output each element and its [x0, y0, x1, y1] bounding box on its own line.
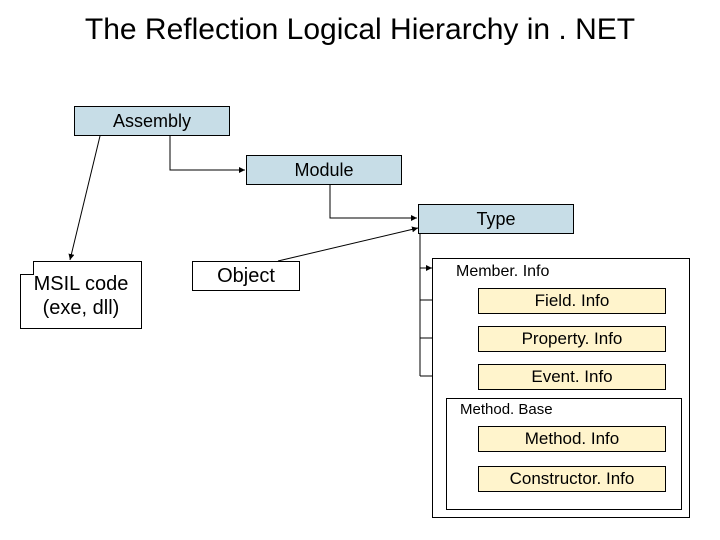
msil-line2: (exe, dll) — [21, 296, 141, 320]
type-box: Type — [418, 204, 574, 234]
msil-note: MSIL code (exe, dll) — [20, 261, 142, 329]
msil-line1: MSIL code — [21, 272, 141, 296]
assembly-box: Assembly — [74, 106, 230, 136]
fieldinfo-box: Field. Info — [478, 288, 666, 314]
diagram-canvas: Assembly Module Type Object MSIL code (e… — [0, 0, 720, 540]
memberinfo-label: Member. Info — [452, 263, 553, 281]
note-fold-icon — [20, 261, 34, 275]
methodinfo-box: Method. Info — [478, 426, 666, 452]
propertyinfo-box: Property. Info — [478, 326, 666, 352]
methodbase-label: Method. Base — [456, 401, 557, 418]
object-box: Object — [192, 261, 300, 291]
constructorinfo-box: Constructor. Info — [478, 466, 666, 492]
module-box: Module — [246, 155, 402, 185]
eventinfo-box: Event. Info — [478, 364, 666, 390]
